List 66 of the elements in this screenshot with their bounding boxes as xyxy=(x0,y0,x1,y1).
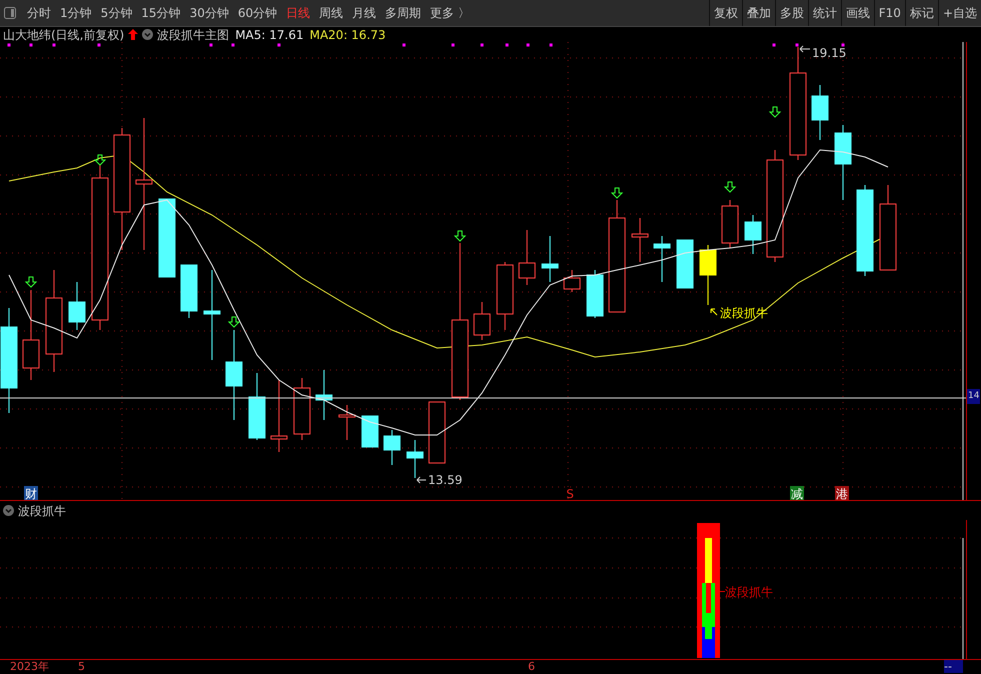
candlestick xyxy=(428,402,446,464)
indicator-name: 波段抓牛主图 xyxy=(157,26,230,44)
candlestick xyxy=(518,230,536,286)
down-arrow-icon xyxy=(768,106,782,118)
pointer-arrow-icon xyxy=(710,308,718,316)
period-tab[interactable]: 日线 xyxy=(283,4,314,22)
candlestick xyxy=(248,372,266,440)
time-axis-label: 5 xyxy=(78,660,85,673)
candlestick xyxy=(338,404,356,440)
down-arrow-icon xyxy=(228,316,240,328)
event-marker: 港 xyxy=(835,486,849,500)
stock-title: 山大地纬(日线,前复权) xyxy=(3,26,124,44)
low-price-label: 13.59 xyxy=(428,473,462,487)
more-button[interactable]: 更多 〉 xyxy=(427,4,473,22)
period-tab[interactable]: 分时 xyxy=(24,4,54,22)
down-arrow-icon xyxy=(24,276,38,288)
candlestick xyxy=(362,416,378,448)
leader-line xyxy=(720,591,726,592)
candlestick xyxy=(654,236,670,282)
period-tab[interactable]: 60分钟 xyxy=(234,4,280,22)
event-marker: S xyxy=(566,487,574,500)
candlestick xyxy=(68,282,86,330)
signal-label: 波段抓牛 xyxy=(725,585,773,599)
candlestick xyxy=(406,440,424,478)
dropdown-icon[interactable] xyxy=(142,29,154,40)
crosshair-price-label: 14 xyxy=(967,389,980,404)
candlestick xyxy=(722,200,738,248)
down-arrow-icon xyxy=(724,182,736,193)
candlestick xyxy=(316,370,332,420)
event-marker: 减 xyxy=(790,486,804,500)
candlestick xyxy=(294,378,310,440)
period-tab[interactable]: 15分钟 xyxy=(138,4,184,22)
candlestick xyxy=(632,218,648,262)
event-marker: 财 xyxy=(24,486,38,500)
period-tab[interactable]: 30分钟 xyxy=(186,4,232,22)
period-tab[interactable]: 周线 xyxy=(316,4,346,22)
ma20-value: MA20: 16.73 xyxy=(310,26,386,44)
ma5-value: MA5: 17.61 xyxy=(235,26,304,44)
candlestick xyxy=(496,262,514,330)
time-axis-label: 2023年 xyxy=(10,660,49,673)
candlestick xyxy=(676,240,694,288)
down-arrow-icon xyxy=(94,154,106,166)
high-price-label: 19.15 xyxy=(812,46,846,60)
pointer-arrow-icon xyxy=(416,476,426,484)
candlestick xyxy=(744,214,762,254)
candlestick xyxy=(474,302,490,340)
period-tab[interactable]: 多周期 xyxy=(382,4,424,22)
candlestick xyxy=(812,84,828,140)
time-cursor-label: -- xyxy=(944,660,963,673)
panel-toggle-icon[interactable] xyxy=(4,7,16,19)
candlestick xyxy=(180,264,198,318)
period-tab[interactable]: 5分钟 xyxy=(98,4,136,22)
candlestick xyxy=(586,270,604,318)
down-arrow-icon xyxy=(454,230,466,242)
candlestick xyxy=(384,430,400,466)
period-tab[interactable]: 1分钟 xyxy=(57,4,95,22)
candlestick xyxy=(542,236,558,282)
down-arrow-icon xyxy=(610,188,624,199)
up-arrow-icon xyxy=(128,29,138,40)
time-axis-label: 6 xyxy=(528,660,535,673)
candlestick xyxy=(700,244,716,306)
candlestick xyxy=(564,270,580,292)
period-tab[interactable]: 月线 xyxy=(349,4,380,22)
pointer-arrow-icon xyxy=(800,46,810,52)
sub-chart-title: 波段抓牛 xyxy=(18,502,66,520)
dropdown-icon[interactable] xyxy=(3,505,14,516)
